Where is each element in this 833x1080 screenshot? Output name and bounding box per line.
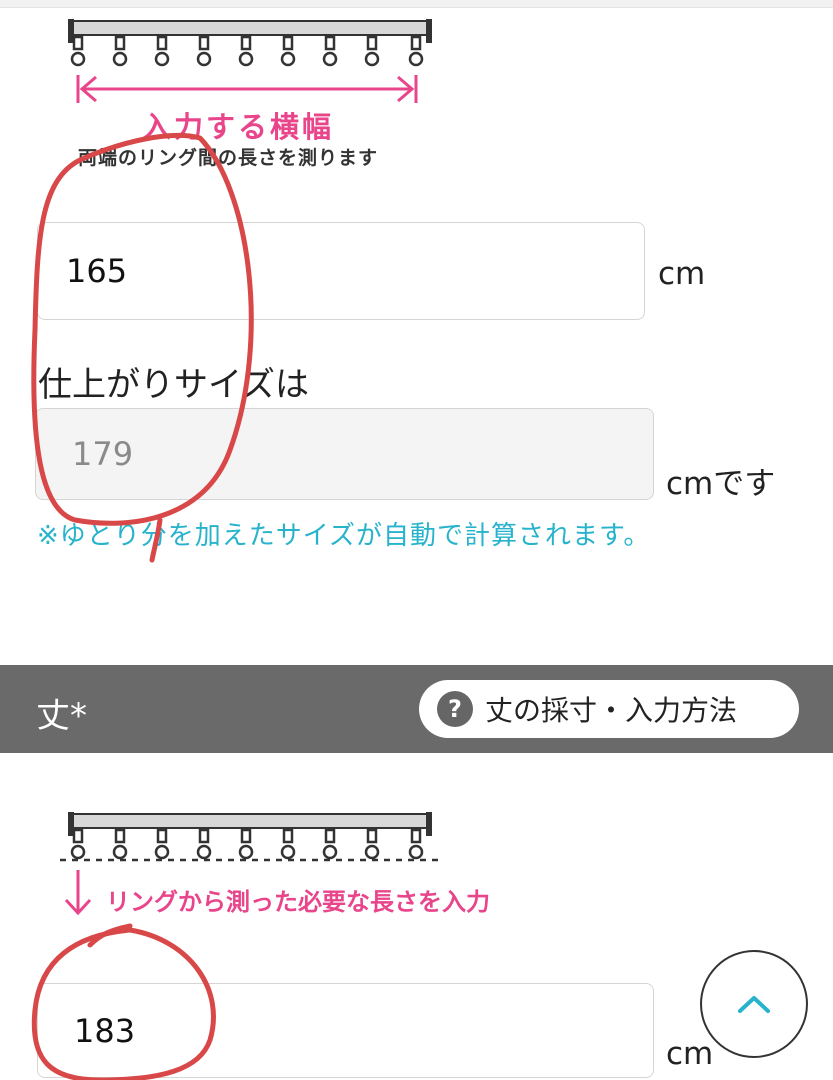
length-section-title: 丈* xyxy=(36,696,87,736)
width-input[interactable]: 165 xyxy=(37,222,645,320)
question-icon: ? xyxy=(437,691,473,727)
length-unit-label: cm xyxy=(666,1036,714,1072)
curtain-rail-width-illustration xyxy=(68,19,432,103)
finish-size-field: 179 xyxy=(35,408,654,500)
scroll-to-top-button[interactable] xyxy=(700,950,808,1058)
auto-calc-note: ※ゆとり分を加えたサイズが自動で計算されます。 xyxy=(37,521,651,551)
width-caption: 入力する横幅 xyxy=(142,110,335,144)
top-divider xyxy=(0,0,833,8)
length-help-button[interactable]: ? 丈の採寸・入力方法 xyxy=(419,680,799,738)
page: 入力する横幅 両端のリング間の長さを測ります 165 cm 仕上がりサイズは 1… xyxy=(0,0,833,1080)
chevron-up-icon xyxy=(738,996,770,1013)
width-measure-note: 両端のリング間の長さを測ります xyxy=(78,147,379,169)
length-help-label: 丈の採寸・入力方法 xyxy=(485,694,738,727)
finish-unit-label: cmです xyxy=(666,466,776,502)
finish-size-label: 仕上がりサイズは xyxy=(38,365,309,405)
length-caption: リングから測った必要な長さを入力 xyxy=(106,888,490,916)
width-unit-label: cm xyxy=(658,256,706,292)
length-input[interactable]: 183 xyxy=(37,983,654,1078)
